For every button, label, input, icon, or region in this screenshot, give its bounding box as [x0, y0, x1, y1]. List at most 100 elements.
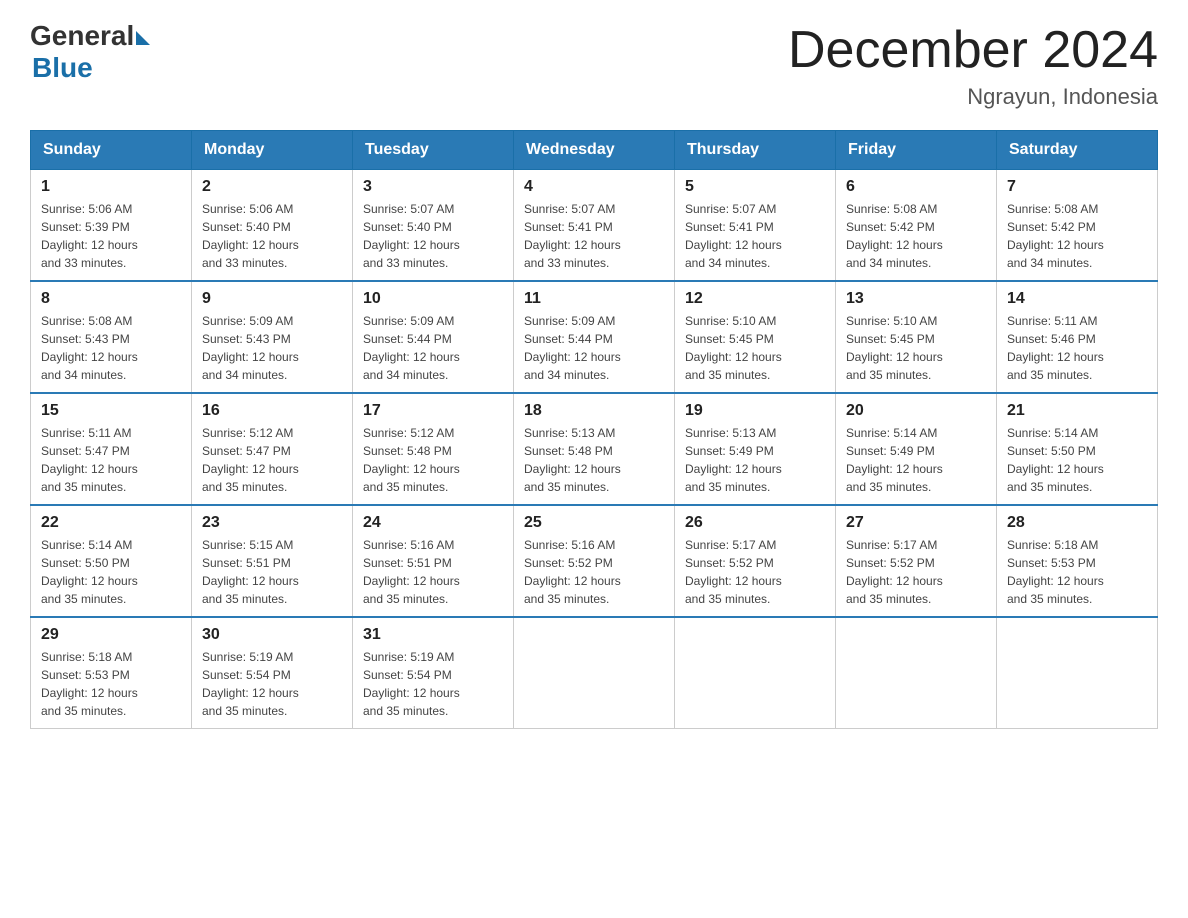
day-info: Sunrise: 5:10 AMSunset: 5:45 PMDaylight:… [846, 312, 986, 384]
day-number: 10 [363, 290, 503, 308]
day-info: Sunrise: 5:07 AMSunset: 5:41 PMDaylight:… [524, 200, 664, 272]
day-number: 3 [363, 178, 503, 196]
day-info: Sunrise: 5:14 AMSunset: 5:49 PMDaylight:… [846, 424, 986, 496]
day-number: 31 [363, 626, 503, 644]
day-info: Sunrise: 5:09 AMSunset: 5:43 PMDaylight:… [202, 312, 342, 384]
calendar-cell: 19 Sunrise: 5:13 AMSunset: 5:49 PMDayligh… [675, 393, 836, 505]
day-info: Sunrise: 5:12 AMSunset: 5:47 PMDaylight:… [202, 424, 342, 496]
day-info: Sunrise: 5:09 AMSunset: 5:44 PMDaylight:… [363, 312, 503, 384]
page-header: General Blue December 2024 Ngrayun, Indo… [30, 20, 1158, 110]
logo-arrow-icon [136, 31, 150, 45]
day-info: Sunrise: 5:17 AMSunset: 5:52 PMDaylight:… [846, 536, 986, 608]
calendar-cell: 13 Sunrise: 5:10 AMSunset: 5:45 PMDayligh… [836, 281, 997, 393]
day-info: Sunrise: 5:17 AMSunset: 5:52 PMDaylight:… [685, 536, 825, 608]
day-number: 19 [685, 402, 825, 420]
day-info: Sunrise: 5:16 AMSunset: 5:51 PMDaylight:… [363, 536, 503, 608]
header-day-wednesday: Wednesday [514, 131, 675, 170]
day-info: Sunrise: 5:12 AMSunset: 5:48 PMDaylight:… [363, 424, 503, 496]
calendar-week-row: 8Sunrise: 5:08 AMSunset: 5:43 PMDaylight… [31, 281, 1158, 393]
day-number: 24 [363, 514, 503, 532]
day-info: Sunrise: 5:14 AMSunset: 5:50 PMDaylight:… [41, 536, 181, 608]
calendar-cell: 12Sunrise: 5:10 AMSunset: 5:45 PMDayligh… [675, 281, 836, 393]
calendar-cell: 8Sunrise: 5:08 AMSunset: 5:43 PMDaylight… [31, 281, 192, 393]
calendar-cell [514, 617, 675, 729]
day-info: Sunrise: 5:06 AMSunset: 5:39 PMDaylight:… [41, 200, 181, 272]
calendar-cell: 7Sunrise: 5:08 AMSunset: 5:42 PMDaylight… [997, 170, 1158, 282]
calendar-cell: 24 Sunrise: 5:16 AMSunset: 5:51 PMDayligh… [353, 505, 514, 617]
day-number: 29 [41, 626, 181, 644]
calendar-cell [675, 617, 836, 729]
calendar-cell: 1 Sunrise: 5:06 AMSunset: 5:39 PMDaylight… [31, 170, 192, 282]
calendar-week-row: 29 Sunrise: 5:18 AMSunset: 5:53 PMDayligh… [31, 617, 1158, 729]
calendar-cell: 20 Sunrise: 5:14 AMSunset: 5:49 PMDayligh… [836, 393, 997, 505]
calendar-week-row: 1 Sunrise: 5:06 AMSunset: 5:39 PMDaylight… [31, 170, 1158, 282]
day-number: 7 [1007, 178, 1147, 196]
day-info: Sunrise: 5:07 AMSunset: 5:40 PMDaylight:… [363, 200, 503, 272]
calendar-cell: 16Sunrise: 5:12 AMSunset: 5:47 PMDayligh… [192, 393, 353, 505]
day-number: 26 [685, 514, 825, 532]
day-number: 30 [202, 626, 342, 644]
calendar-cell: 6Sunrise: 5:08 AMSunset: 5:42 PMDaylight… [836, 170, 997, 282]
calendar-cell: 18Sunrise: 5:13 AMSunset: 5:48 PMDayligh… [514, 393, 675, 505]
day-info: Sunrise: 5:06 AMSunset: 5:40 PMDaylight:… [202, 200, 342, 272]
calendar-cell: 22 Sunrise: 5:14 AMSunset: 5:50 PMDayligh… [31, 505, 192, 617]
calendar-cell: 23Sunrise: 5:15 AMSunset: 5:51 PMDayligh… [192, 505, 353, 617]
calendar-week-row: 15 Sunrise: 5:11 AMSunset: 5:47 PMDayligh… [31, 393, 1158, 505]
calendar-cell: 27Sunrise: 5:17 AMSunset: 5:52 PMDayligh… [836, 505, 997, 617]
day-number: 14 [1007, 290, 1147, 308]
day-number: 6 [846, 178, 986, 196]
day-info: Sunrise: 5:16 AMSunset: 5:52 PMDaylight:… [524, 536, 664, 608]
calendar-cell: 29 Sunrise: 5:18 AMSunset: 5:53 PMDayligh… [31, 617, 192, 729]
day-number: 21 [1007, 402, 1147, 420]
day-number: 12 [685, 290, 825, 308]
day-info: Sunrise: 5:11 AMSunset: 5:46 PMDaylight:… [1007, 312, 1147, 384]
day-number: 2 [202, 178, 342, 196]
calendar-cell: 21 Sunrise: 5:14 AMSunset: 5:50 PMDayligh… [997, 393, 1158, 505]
calendar-cell: 5 Sunrise: 5:07 AMSunset: 5:41 PMDaylight… [675, 170, 836, 282]
day-info: Sunrise: 5:19 AMSunset: 5:54 PMDaylight:… [363, 648, 503, 720]
day-info: Sunrise: 5:13 AMSunset: 5:49 PMDaylight:… [685, 424, 825, 496]
day-number: 20 [846, 402, 986, 420]
day-number: 4 [524, 178, 664, 196]
day-info: Sunrise: 5:07 AMSunset: 5:41 PMDaylight:… [685, 200, 825, 272]
header-day-sunday: Sunday [31, 131, 192, 170]
day-info: Sunrise: 5:08 AMSunset: 5:43 PMDaylight:… [41, 312, 181, 384]
day-info: Sunrise: 5:19 AMSunset: 5:54 PMDaylight:… [202, 648, 342, 720]
calendar-cell: 3 Sunrise: 5:07 AMSunset: 5:40 PMDaylight… [353, 170, 514, 282]
calendar-header-row: SundayMondayTuesdayWednesdayThursdayFrid… [31, 131, 1158, 170]
day-number: 13 [846, 290, 986, 308]
logo-blue-text: Blue [32, 52, 93, 83]
calendar-cell [836, 617, 997, 729]
location: Ngrayun, Indonesia [788, 84, 1158, 110]
day-number: 5 [685, 178, 825, 196]
day-info: Sunrise: 5:13 AMSunset: 5:48 PMDaylight:… [524, 424, 664, 496]
logo: General Blue [30, 20, 152, 84]
calendar-cell: 25Sunrise: 5:16 AMSunset: 5:52 PMDayligh… [514, 505, 675, 617]
header-day-saturday: Saturday [997, 131, 1158, 170]
day-number: 15 [41, 402, 181, 420]
day-number: 22 [41, 514, 181, 532]
title-section: December 2024 Ngrayun, Indonesia [788, 20, 1158, 110]
day-number: 11 [524, 290, 664, 308]
day-info: Sunrise: 5:11 AMSunset: 5:47 PMDaylight:… [41, 424, 181, 496]
day-number: 23 [202, 514, 342, 532]
calendar-cell: 9 Sunrise: 5:09 AMSunset: 5:43 PMDaylight… [192, 281, 353, 393]
calendar-cell: 4 Sunrise: 5:07 AMSunset: 5:41 PMDaylight… [514, 170, 675, 282]
day-number: 28 [1007, 514, 1147, 532]
header-day-thursday: Thursday [675, 131, 836, 170]
day-info: Sunrise: 5:18 AMSunset: 5:53 PMDaylight:… [41, 648, 181, 720]
calendar-week-row: 22 Sunrise: 5:14 AMSunset: 5:50 PMDayligh… [31, 505, 1158, 617]
calendar-table: SundayMondayTuesdayWednesdayThursdayFrid… [30, 130, 1158, 729]
calendar-cell [997, 617, 1158, 729]
day-number: 17 [363, 402, 503, 420]
calendar-cell: 2 Sunrise: 5:06 AMSunset: 5:40 PMDaylight… [192, 170, 353, 282]
calendar-cell: 28Sunrise: 5:18 AMSunset: 5:53 PMDayligh… [997, 505, 1158, 617]
calendar-cell: 14 Sunrise: 5:11 AMSunset: 5:46 PMDayligh… [997, 281, 1158, 393]
day-number: 9 [202, 290, 342, 308]
calendar-cell: 10 Sunrise: 5:09 AMSunset: 5:44 PMDayligh… [353, 281, 514, 393]
calendar-cell: 17 Sunrise: 5:12 AMSunset: 5:48 PMDayligh… [353, 393, 514, 505]
calendar-cell: 11Sunrise: 5:09 AMSunset: 5:44 PMDayligh… [514, 281, 675, 393]
day-number: 1 [41, 178, 181, 196]
day-info: Sunrise: 5:14 AMSunset: 5:50 PMDaylight:… [1007, 424, 1147, 496]
logo-general-text: General [30, 20, 134, 52]
